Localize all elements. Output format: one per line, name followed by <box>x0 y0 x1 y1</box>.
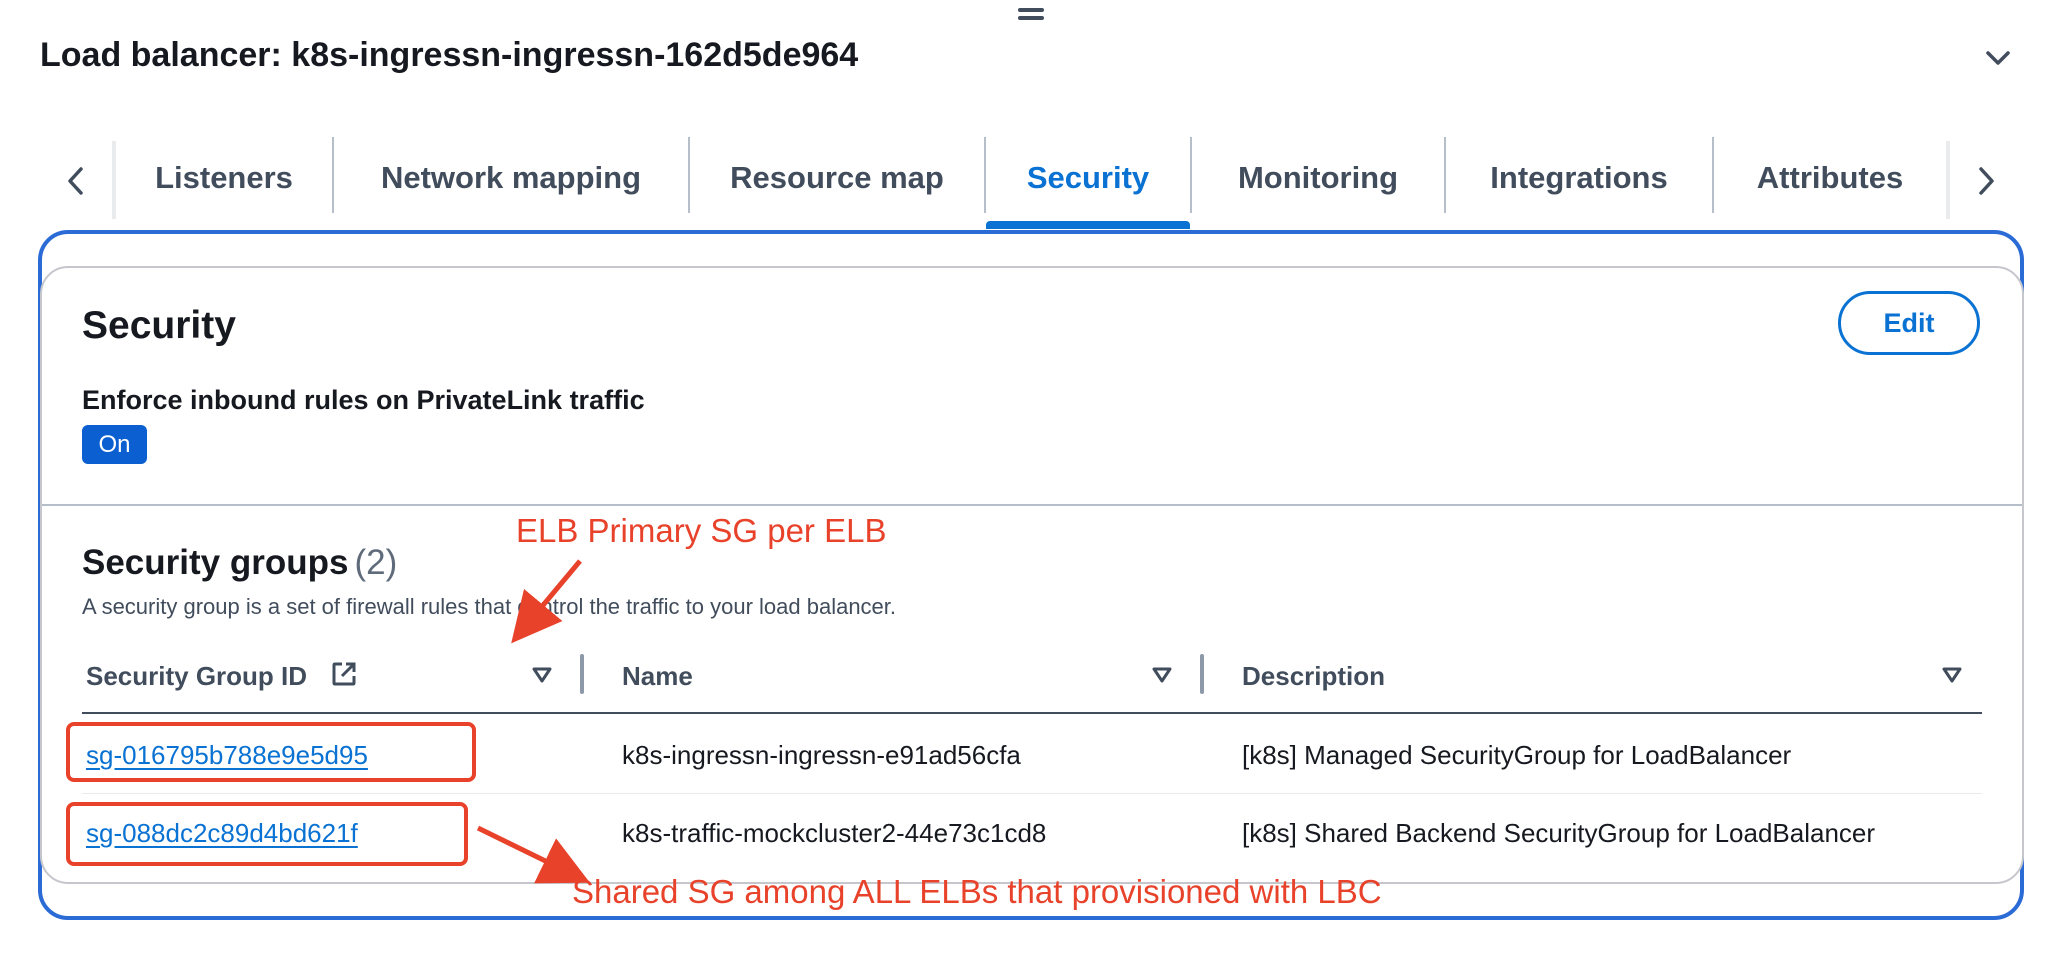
active-tab-indicator <box>986 221 1190 229</box>
card-divider <box>42 504 2022 506</box>
security-group-description: [k8s] Shared Backend SecurityGroup for L… <box>1242 818 1876 848</box>
edit-button[interactable]: Edit <box>1838 291 1980 355</box>
column-resizer[interactable] <box>580 654 584 694</box>
annotation-primary-sg-label: ELB Primary SG per ELB <box>516 512 887 549</box>
security-groups-heading: Security groups (2) <box>82 543 397 583</box>
column-header-description[interactable]: Description <box>1242 661 1385 692</box>
tab-integrations[interactable]: Integrations <box>1446 135 1712 221</box>
security-group-name: k8s-ingressn-ingressn-e91ad56cfa <box>622 740 1021 770</box>
security-groups-title: Security groups <box>82 543 349 582</box>
tab-bar: Listeners Network mapping Resource map S… <box>0 135 2060 231</box>
security-heading: Security <box>82 304 236 347</box>
drag-handle-icon[interactable] <box>1018 6 1044 20</box>
tab-network-mapping[interactable]: Network mapping <box>334 135 688 221</box>
chevron-down-icon[interactable] <box>1982 42 2014 74</box>
security-groups-description: A security group is a set of firewall ru… <box>82 594 897 619</box>
table-header-divider <box>82 712 1982 714</box>
load-balancer-title: Load balancer: k8s-ingressn-ingressn-162… <box>40 36 859 74</box>
tabs-scroll-right-button[interactable] <box>1966 159 2006 203</box>
annotation-highlight-primary-sg <box>66 722 476 782</box>
tab-attributes[interactable]: Attributes <box>1714 135 1946 221</box>
annotation-shared-sg-label: Shared SG among ALL ELBs that provisione… <box>572 873 1382 910</box>
enforce-status-badge: On <box>82 425 147 464</box>
caret-down-filter-icon[interactable] <box>531 664 553 686</box>
security-group-name: k8s-traffic-mockcluster2-44e73c1cd8 <box>622 818 1047 848</box>
chevron-right-icon <box>1979 167 1994 195</box>
tab-listeners[interactable]: Listeners <box>116 135 332 221</box>
tabs-scroll-left-button[interactable] <box>56 159 96 203</box>
tab-scroll-edge-right <box>1946 141 1950 219</box>
tab-security[interactable]: Security <box>986 135 1190 221</box>
external-link-icon[interactable] <box>330 660 358 688</box>
caret-down-filter-icon[interactable] <box>1151 664 1173 686</box>
column-header-security-group-id[interactable]: Security Group ID <box>86 661 307 692</box>
column-resizer[interactable] <box>1200 654 1204 694</box>
security-groups-count: (2) <box>354 543 398 582</box>
tab-monitoring[interactable]: Monitoring <box>1192 135 1444 221</box>
column-header-name[interactable]: Name <box>622 661 693 692</box>
table-row-divider <box>82 793 1982 794</box>
annotation-highlight-shared-sg <box>66 802 468 866</box>
caret-down-filter-icon[interactable] <box>1941 664 1963 686</box>
security-group-description: [k8s] Managed SecurityGroup for LoadBala… <box>1242 740 1792 770</box>
tab-resource-map[interactable]: Resource map <box>690 135 984 221</box>
chevron-left-icon <box>68 167 83 195</box>
enforce-inbound-rules-label: Enforce inbound rules on PrivateLink tra… <box>82 385 645 415</box>
